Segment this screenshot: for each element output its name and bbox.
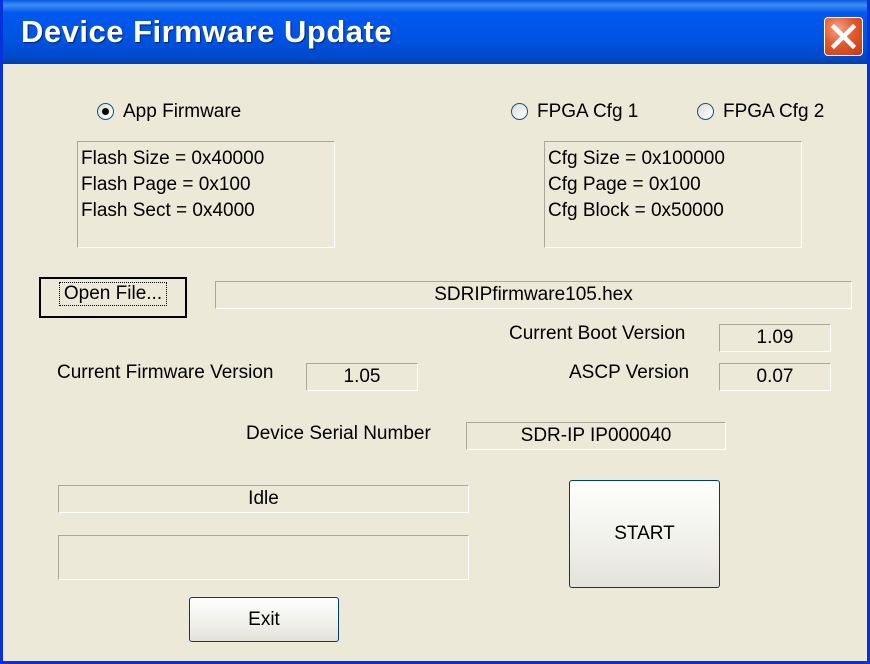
- firmware-version-field: 1.05: [306, 363, 418, 391]
- status-field: Idle: [58, 485, 469, 513]
- flash-info-box: Flash Size = 0x40000 Flash Page = 0x100 …: [77, 141, 335, 248]
- cfg-page: Cfg Page = 0x100: [548, 174, 701, 195]
- exit-button[interactable]: Exit: [189, 597, 339, 642]
- cfg-size: Cfg Size = 0x100000: [548, 148, 725, 169]
- radio-unselected-icon: [511, 103, 528, 120]
- progress-field: [58, 535, 469, 580]
- radio-app-firmware-label: App Firmware: [123, 101, 242, 122]
- filename-field: SDRIPfirmware105.hex: [215, 281, 852, 309]
- radio-fpga-cfg-1-label: FPGA Cfg 1: [537, 101, 639, 122]
- start-button[interactable]: START: [569, 480, 720, 588]
- boot-version-field: 1.09: [719, 324, 831, 352]
- cfg-info-box: Cfg Size = 0x100000 Cfg Page = 0x100 Cfg…: [544, 141, 802, 248]
- firmware-version-label: Current Firmware Version: [57, 362, 274, 383]
- radio-unselected-icon: [697, 103, 714, 120]
- close-icon[interactable]: [824, 17, 863, 56]
- boot-version-label: Current Boot Version: [509, 323, 686, 344]
- ascp-version-field: 0.07: [719, 363, 831, 391]
- cfg-block: Cfg Block = 0x50000: [548, 200, 724, 221]
- exit-button-label: Exit: [248, 609, 280, 630]
- radio-fpga-cfg-2-label: FPGA Cfg 2: [723, 101, 825, 122]
- window-title: Device Firmware Update: [21, 14, 393, 49]
- open-file-button[interactable]: Open File...: [39, 277, 187, 318]
- open-file-label: Open File...: [58, 282, 168, 306]
- ascp-version-label: ASCP Version: [569, 362, 690, 383]
- serial-number-field: SDR-IP IP000040: [466, 422, 726, 450]
- serial-number-label: Device Serial Number: [246, 423, 431, 444]
- flash-size: Flash Size = 0x40000: [81, 148, 265, 169]
- start-button-label: START: [614, 523, 675, 544]
- flash-sect: Flash Sect = 0x4000: [81, 200, 255, 221]
- radio-selected-icon: [97, 103, 114, 120]
- flash-page: Flash Page = 0x100: [81, 174, 251, 195]
- title-bar[interactable]: Device Firmware Update: [3, 0, 867, 64]
- firmware-update-window: Device Firmware Update App Firmware FPGA…: [0, 0, 870, 664]
